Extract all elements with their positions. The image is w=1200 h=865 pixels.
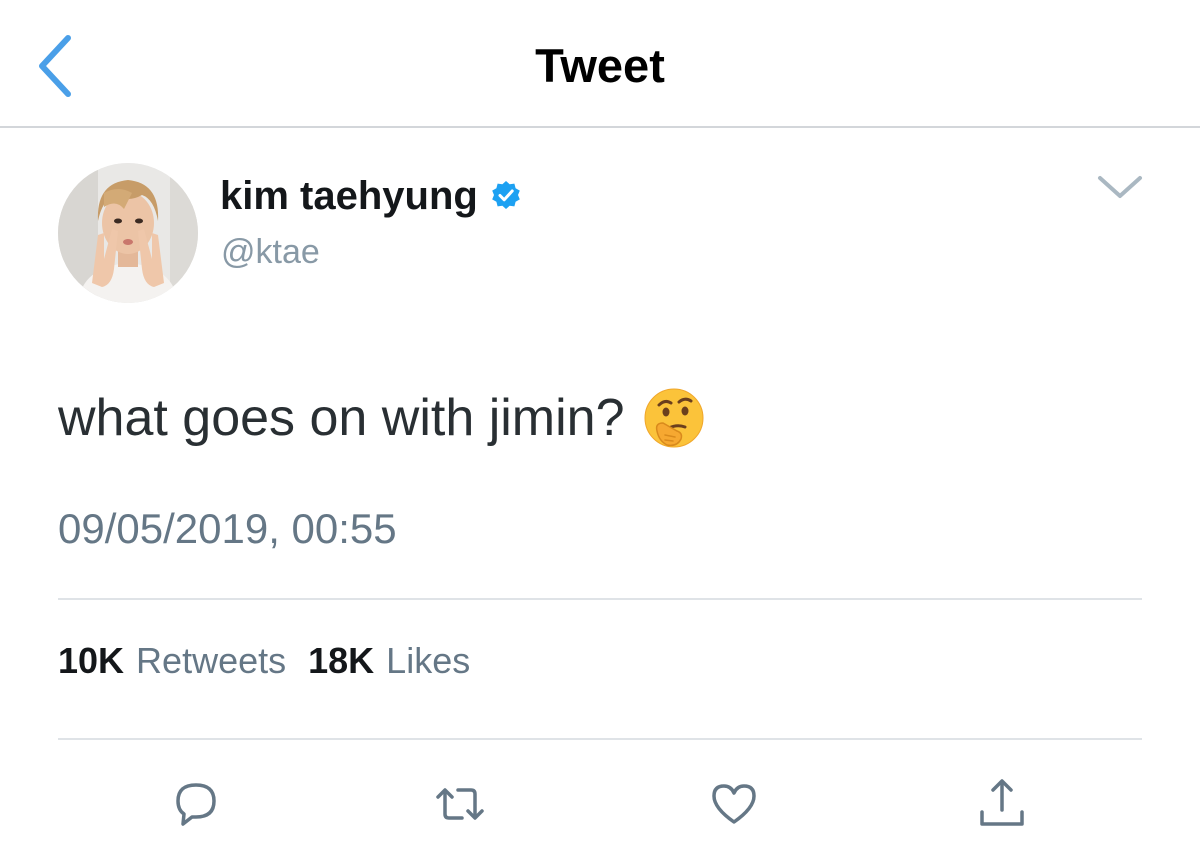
reply-button[interactable]: [168, 776, 224, 832]
share-button[interactable]: [974, 776, 1030, 832]
tweet-body: what goes on with jimin?: [58, 383, 705, 453]
reply-icon: [176, 783, 216, 826]
chevron-down-icon: [1098, 176, 1142, 198]
tweet-detail-screen: Tweet kim taehyung @ktae what goes on wi…: [0, 0, 1200, 865]
retweets-label: Retweets: [136, 640, 287, 681]
heart-icon: [712, 784, 756, 824]
retweets-count: 10K: [58, 640, 125, 681]
retweet-icon: [436, 788, 484, 820]
avatar[interactable]: [58, 163, 198, 303]
like-button[interactable]: [706, 776, 762, 832]
retweets-stat[interactable]: 10K Retweets: [58, 638, 308, 684]
divider: [58, 598, 1142, 600]
likes-count: 18K: [308, 640, 375, 681]
likes-label: Likes: [386, 640, 471, 681]
divider: [58, 738, 1142, 740]
verified-badge-icon: [492, 181, 520, 209]
more-options-button[interactable]: [1094, 168, 1146, 208]
share-icon: [980, 779, 1024, 826]
thinking-face-emoji: [644, 388, 704, 448]
navigation-bar: Tweet: [0, 0, 1200, 128]
tweet-text: what goes on with jimin?: [58, 389, 625, 447]
display-name[interactable]: kim taehyung: [220, 170, 478, 222]
tweet-stats: 10K Retweets 18K Likes: [58, 636, 492, 686]
user-handle: @ktae: [221, 233, 320, 271]
page-title: Tweet: [535, 39, 665, 92]
likes-stat[interactable]: 18K Likes: [308, 638, 492, 684]
display-name-row: kim taehyung: [220, 170, 522, 222]
tweet-timestamp: 09/05/2019, 00:55: [58, 505, 397, 552]
retweet-button[interactable]: [432, 776, 488, 832]
profile-photo: [58, 163, 198, 303]
